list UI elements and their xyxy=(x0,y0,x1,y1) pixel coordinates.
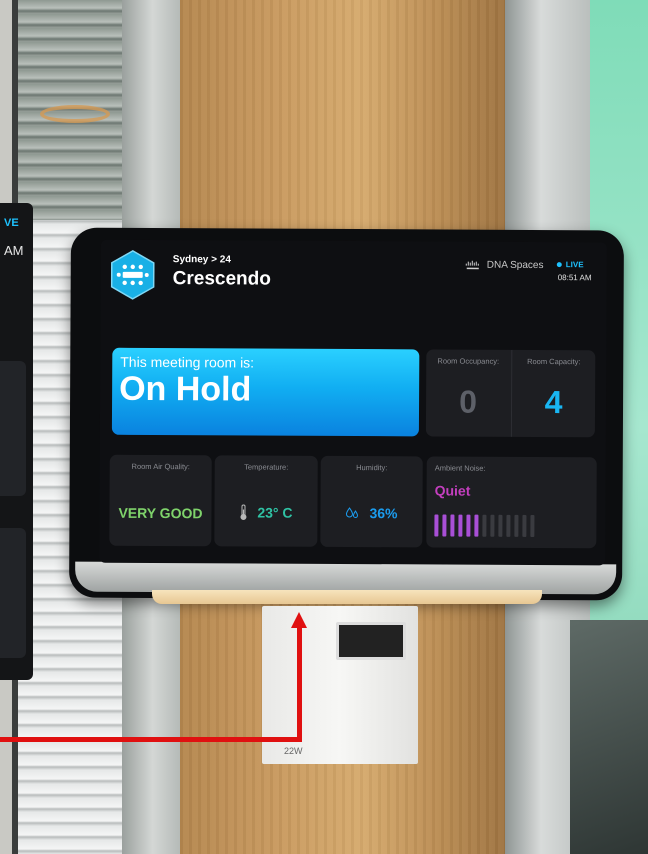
room-tablet: Sydney > 24 Crescendo DNA Spaces LIVE 08… xyxy=(69,227,624,601)
room-name: Crescendo xyxy=(172,268,271,290)
room-capacity: Room Capacity: 4 xyxy=(510,349,596,438)
occupancy-value: 0 xyxy=(459,383,478,420)
brand: DNA Spaces xyxy=(465,260,544,271)
breadcrumb: Sydney > 24 xyxy=(172,254,231,266)
side-time-fragment: AM xyxy=(4,243,24,258)
tablet-mount-light xyxy=(152,590,542,604)
occupancy-label: Room Occupancy: xyxy=(437,356,500,366)
side-display-panel: VE AM xyxy=(0,203,33,680)
humidity-label: Humidity: xyxy=(356,463,388,473)
noise-level-bar xyxy=(442,514,447,537)
room-status-card: This meeting room is: On Hold xyxy=(111,347,420,437)
humidity-row: 36% xyxy=(320,505,422,522)
noise-value: Quiet xyxy=(434,482,471,499)
cisco-logo-icon xyxy=(465,260,479,269)
annotation-arrow-head xyxy=(291,612,307,628)
room-dashboard-screen: Sydney > 24 Crescendo DNA Spaces LIVE 08… xyxy=(99,239,607,566)
floor xyxy=(570,620,648,854)
noise-level-bar xyxy=(434,514,439,537)
meeting-room-icon xyxy=(110,250,155,300)
status-prefix: This meeting room is: xyxy=(120,353,255,371)
temperature-value: 23° C xyxy=(257,504,293,521)
temperature-card: Temperature: 23° C xyxy=(214,455,318,547)
noise-level-bar xyxy=(506,514,511,537)
temperature-row: 23° C xyxy=(214,504,317,521)
noise-level-bar xyxy=(458,514,463,537)
noise-label: Ambient Noise: xyxy=(434,463,486,473)
side-card xyxy=(0,361,26,496)
humidity-card: Humidity: 36% xyxy=(320,455,423,548)
ambient-noise-card: Ambient Noise: Quiet xyxy=(426,456,597,549)
side-card xyxy=(0,528,26,658)
temperature-label: Temperature: xyxy=(244,462,289,472)
side-live-label: VE xyxy=(4,217,19,229)
noise-level-bar xyxy=(530,514,535,537)
noise-level-bar xyxy=(450,514,455,537)
room-occupancy: Room Occupancy: 0 xyxy=(426,349,510,436)
noise-level-bar xyxy=(474,514,479,537)
live-dot-icon xyxy=(556,262,562,268)
air-quality-label: Room Air Quality: xyxy=(131,461,190,472)
noise-level-bar xyxy=(490,514,495,537)
air-quality-value: VERY GOOD xyxy=(118,504,203,522)
noise-level-bar xyxy=(514,514,519,537)
noise-level-meter xyxy=(434,514,535,537)
water-drop-icon xyxy=(345,507,358,519)
capacity-label: Room Capacity: xyxy=(527,356,581,367)
sensor-window xyxy=(336,622,406,660)
ceiling-lamp-reflection xyxy=(40,105,110,123)
humidity-value: 36% xyxy=(369,505,398,522)
clock: 08:51 AM xyxy=(557,273,592,283)
status-value: On Hold xyxy=(119,369,252,409)
noise-level-bar xyxy=(522,514,527,537)
noise-level-bar xyxy=(482,514,487,537)
annotation-arrow-line xyxy=(0,737,302,742)
occupancy-card: Room Occupancy: 0 Room Capacity: 4 xyxy=(425,349,596,438)
live-indicator: LIVE xyxy=(556,260,584,270)
annotation-arrow-line xyxy=(297,626,302,742)
noise-level-bar xyxy=(498,514,503,537)
noise-level-bar xyxy=(466,514,471,537)
air-quality-card: Room Air Quality: VERY GOOD xyxy=(109,454,212,547)
capacity-value: 4 xyxy=(544,384,563,421)
thermometer-icon xyxy=(240,504,247,520)
brand-name: DNA Spaces xyxy=(486,259,544,272)
sensor-label: 22W xyxy=(284,746,303,756)
live-label: LIVE xyxy=(565,260,584,270)
